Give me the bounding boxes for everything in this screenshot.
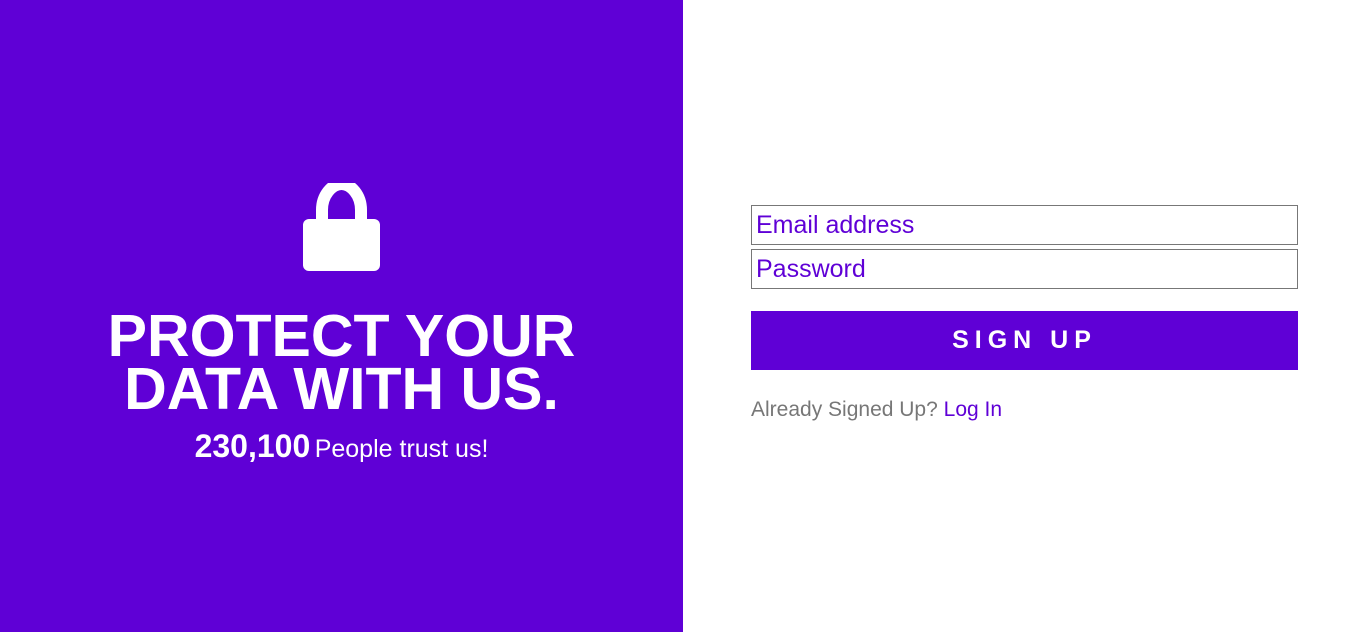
hero-headline: PROTECT YOUR DATA WITH US. — [0, 307, 683, 422]
password-field[interactable] — [751, 249, 1298, 289]
hero-headline-line-2: DATA WITH US. — [124, 356, 559, 422]
signup-panel: SIGN UP Already Signed Up? Log In — [683, 0, 1364, 632]
log-in-link[interactable]: Log In — [944, 398, 1002, 421]
sign-up-button[interactable]: SIGN UP — [751, 311, 1298, 370]
hero-panel: PROTECT YOUR DATA WITH US. 230,100 Peopl… — [0, 0, 683, 632]
trust-count: 230,100 — [194, 428, 311, 464]
already-signed-up-text: Already Signed Up? — [751, 398, 938, 421]
login-prompt: Already Signed Up? Log In — [751, 398, 1002, 422]
trust-text: People trust us! — [314, 435, 489, 463]
lock-icon — [303, 183, 380, 271]
page: PROTECT YOUR DATA WITH US. 230,100 Peopl… — [0, 0, 1364, 632]
email-field[interactable] — [751, 205, 1298, 245]
trust-line: 230,100 People trust us! — [0, 428, 683, 465]
